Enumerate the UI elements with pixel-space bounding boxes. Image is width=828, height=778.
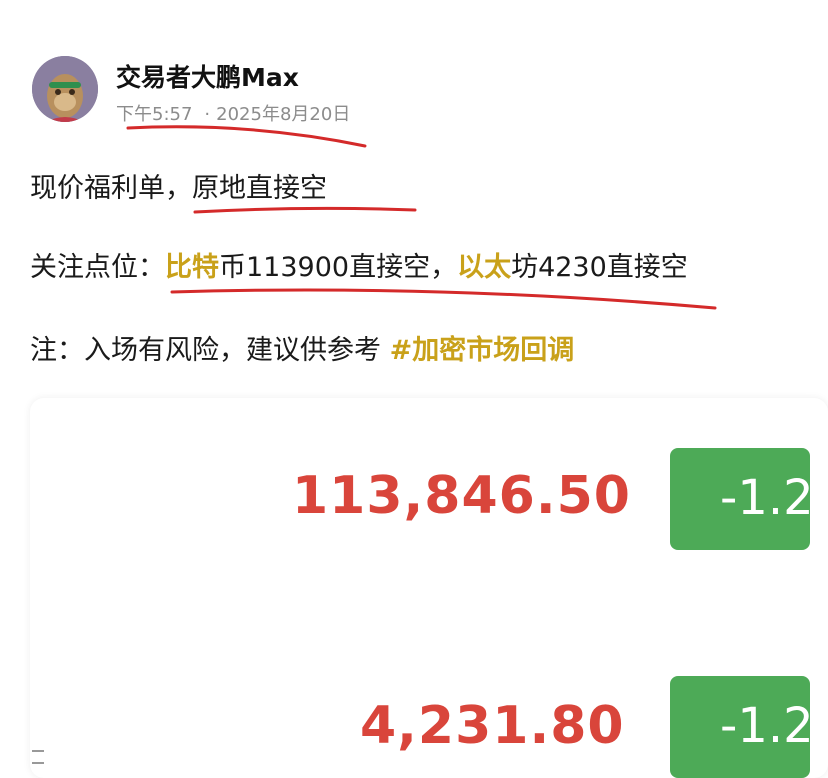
avatar[interactable]	[32, 56, 98, 122]
line2-highlight-eth: 以太	[457, 252, 512, 283]
line2-highlight-btc: 比特	[165, 252, 219, 283]
eth-price: 4,231.80	[360, 696, 625, 756]
line2-text-eth: 坊4230直接空	[511, 252, 688, 283]
line1-prefix: 现价福利单，	[30, 173, 192, 204]
hashtag-link[interactable]: #加密市场回调	[390, 335, 575, 366]
line2-label: 关注点位：	[30, 252, 165, 283]
post-line-2: 关注点位：比特币113900直接空，以太坊4230直接空	[30, 245, 688, 284]
btc-change-badge[interactable]: -1.2	[670, 448, 810, 550]
btc-price: 113,846.50	[292, 466, 631, 526]
eth-change: -1.2	[720, 698, 810, 754]
line1-main: 原地直接空	[192, 173, 327, 204]
post-date: 2025年8月20日	[216, 104, 351, 125]
author-name[interactable]: 交易者大鹏Max	[116, 58, 299, 94]
line2-text-btc: 币113900直接空，	[219, 252, 458, 283]
post-meta: 下午5:57 · 2025年8月20日	[116, 100, 350, 126]
meta-separator: ·	[204, 104, 211, 125]
underline-line2	[170, 288, 717, 310]
post-line-3: 注：入场有风险，建议供参考 #加密市场回调	[30, 328, 574, 367]
btc-change: -1.2	[720, 470, 810, 526]
post-line-1: 现价福利单，原地直接空	[30, 166, 327, 205]
underline-meta	[126, 125, 367, 148]
eth-change-badge[interactable]: -1.2	[670, 676, 810, 778]
underline-line1	[193, 206, 417, 214]
menu-edge-icon	[32, 750, 44, 764]
ape-avatar-icon	[32, 56, 98, 122]
post-time: 下午5:57	[116, 104, 193, 125]
line3-text: 注：入场有风险，建议供参考	[30, 335, 390, 366]
